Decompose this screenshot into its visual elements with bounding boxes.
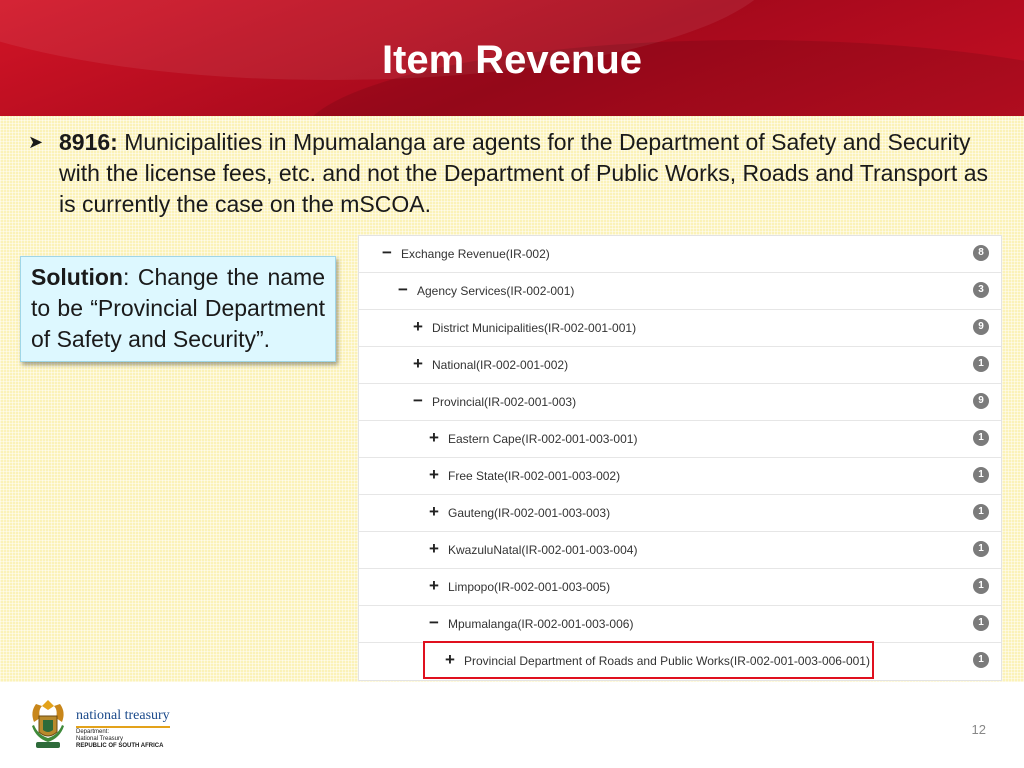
- plus-icon[interactable]: +: [427, 466, 441, 483]
- count-badge: 1: [973, 578, 989, 594]
- issue-description: Municipalities in Mpumalanga are agents …: [59, 129, 989, 217]
- count-badge: 1: [973, 541, 989, 557]
- tree-row[interactable]: − Agency Services(IR-002-001) 3: [359, 273, 1001, 310]
- count-badge: 3: [973, 282, 989, 298]
- page-number: 12: [971, 722, 986, 737]
- brand-name: national treasury: [76, 708, 170, 723]
- tree-row[interactable]: − Mpumalanga(IR-002-001-003-006) 1: [359, 606, 1001, 643]
- tree-row-label[interactable]: Eastern Cape(IR-002-001-003-001): [448, 432, 637, 446]
- tree-row[interactable]: + District Municipalities(IR-002-001-001…: [359, 310, 1001, 347]
- count-badge: 1: [973, 467, 989, 483]
- count-badge: 9: [973, 393, 989, 409]
- count-badge: 1: [973, 615, 989, 631]
- coat-of-arms-icon: [32, 700, 64, 748]
- plus-icon[interactable]: +: [427, 577, 441, 594]
- plus-icon[interactable]: +: [411, 318, 425, 335]
- item-revenue-tree: − Exchange Revenue(IR-002) 8 − Agency Se…: [358, 235, 1002, 681]
- plus-icon[interactable]: +: [427, 540, 441, 557]
- tree-row[interactable]: + Free State(IR-002-001-003-002) 1: [359, 458, 1001, 495]
- tree-row[interactable]: − Exchange Revenue(IR-002) 8: [359, 236, 1001, 273]
- brand-divider: [76, 726, 170, 728]
- brand-line-treasury: National Treasury: [76, 736, 124, 742]
- tree-row[interactable]: + Limpopo(IR-002-001-003-005) 1: [359, 569, 1001, 606]
- highlight-box: [423, 641, 874, 679]
- tree-row[interactable]: + National(IR-002-001-002) 1: [359, 347, 1001, 384]
- minus-icon[interactable]: −: [380, 244, 394, 261]
- count-badge: 1: [973, 430, 989, 446]
- brand-line-department: Department:: [76, 729, 110, 735]
- tree-row-label[interactable]: KwazuluNatal(IR-002-001-003-004): [448, 543, 637, 557]
- count-badge: 1: [973, 652, 989, 668]
- tree-row-label[interactable]: Mpumalanga(IR-002-001-003-006): [448, 617, 633, 631]
- slide-header: Item Revenue: [0, 0, 1024, 116]
- tree-row-label[interactable]: Free State(IR-002-001-003-002): [448, 469, 620, 483]
- tree-row[interactable]: + KwazuluNatal(IR-002-001-003-004) 1: [359, 532, 1001, 569]
- bullet-point: ➤ 8916: Municipalities in Mpumalanga are…: [28, 127, 1008, 220]
- tree-row-label[interactable]: Exchange Revenue(IR-002): [401, 247, 550, 261]
- brand-line-country: REPUBLIC OF SOUTH AFRICA: [76, 743, 164, 749]
- bullet-text: 8916: Municipalities in Mpumalanga are a…: [59, 127, 1008, 220]
- minus-icon[interactable]: −: [396, 281, 410, 298]
- plus-icon[interactable]: +: [411, 355, 425, 372]
- tree-row-label[interactable]: Limpopo(IR-002-001-003-005): [448, 580, 610, 594]
- tree-row[interactable]: + Eastern Cape(IR-002-001-003-001) 1: [359, 421, 1001, 458]
- minus-icon[interactable]: −: [427, 614, 441, 631]
- tree-row[interactable]: − Provincial(IR-002-001-003) 9: [359, 384, 1001, 421]
- brand-subtitle: Department: National Treasury REPUBLIC O…: [76, 729, 163, 750]
- count-badge: 9: [973, 319, 989, 335]
- tree-row-label[interactable]: District Municipalities(IR-002-001-001): [432, 321, 636, 335]
- national-treasury-logo: national treasury Department: National T…: [28, 698, 176, 754]
- slide-title: Item Revenue: [381, 38, 643, 82]
- tree-row-label[interactable]: National(IR-002-001-002): [432, 358, 568, 372]
- minus-icon[interactable]: −: [411, 392, 425, 409]
- tree-row-label[interactable]: Gauteng(IR-002-001-003-003): [448, 506, 610, 520]
- tree-row[interactable]: + Gauteng(IR-002-001-003-003) 1: [359, 495, 1001, 532]
- count-badge: 8: [973, 245, 989, 261]
- slide-footer: national treasury Department: National T…: [0, 682, 1024, 768]
- count-badge: 1: [973, 356, 989, 372]
- slide-content: ➤ 8916: Municipalities in Mpumalanga are…: [0, 116, 1024, 682]
- plus-icon[interactable]: +: [427, 503, 441, 520]
- issue-code: 8916:: [59, 129, 118, 155]
- solution-label: Solution: [31, 264, 123, 290]
- count-badge: 1: [973, 504, 989, 520]
- solution-box: Solution: Change the name to be “Provinc…: [20, 256, 336, 362]
- tree-row-label[interactable]: Agency Services(IR-002-001): [417, 284, 574, 298]
- tree-row-label[interactable]: Provincial(IR-002-001-003): [432, 395, 576, 409]
- plus-icon[interactable]: +: [427, 429, 441, 446]
- arrow-bullet-icon: ➤: [28, 132, 44, 152]
